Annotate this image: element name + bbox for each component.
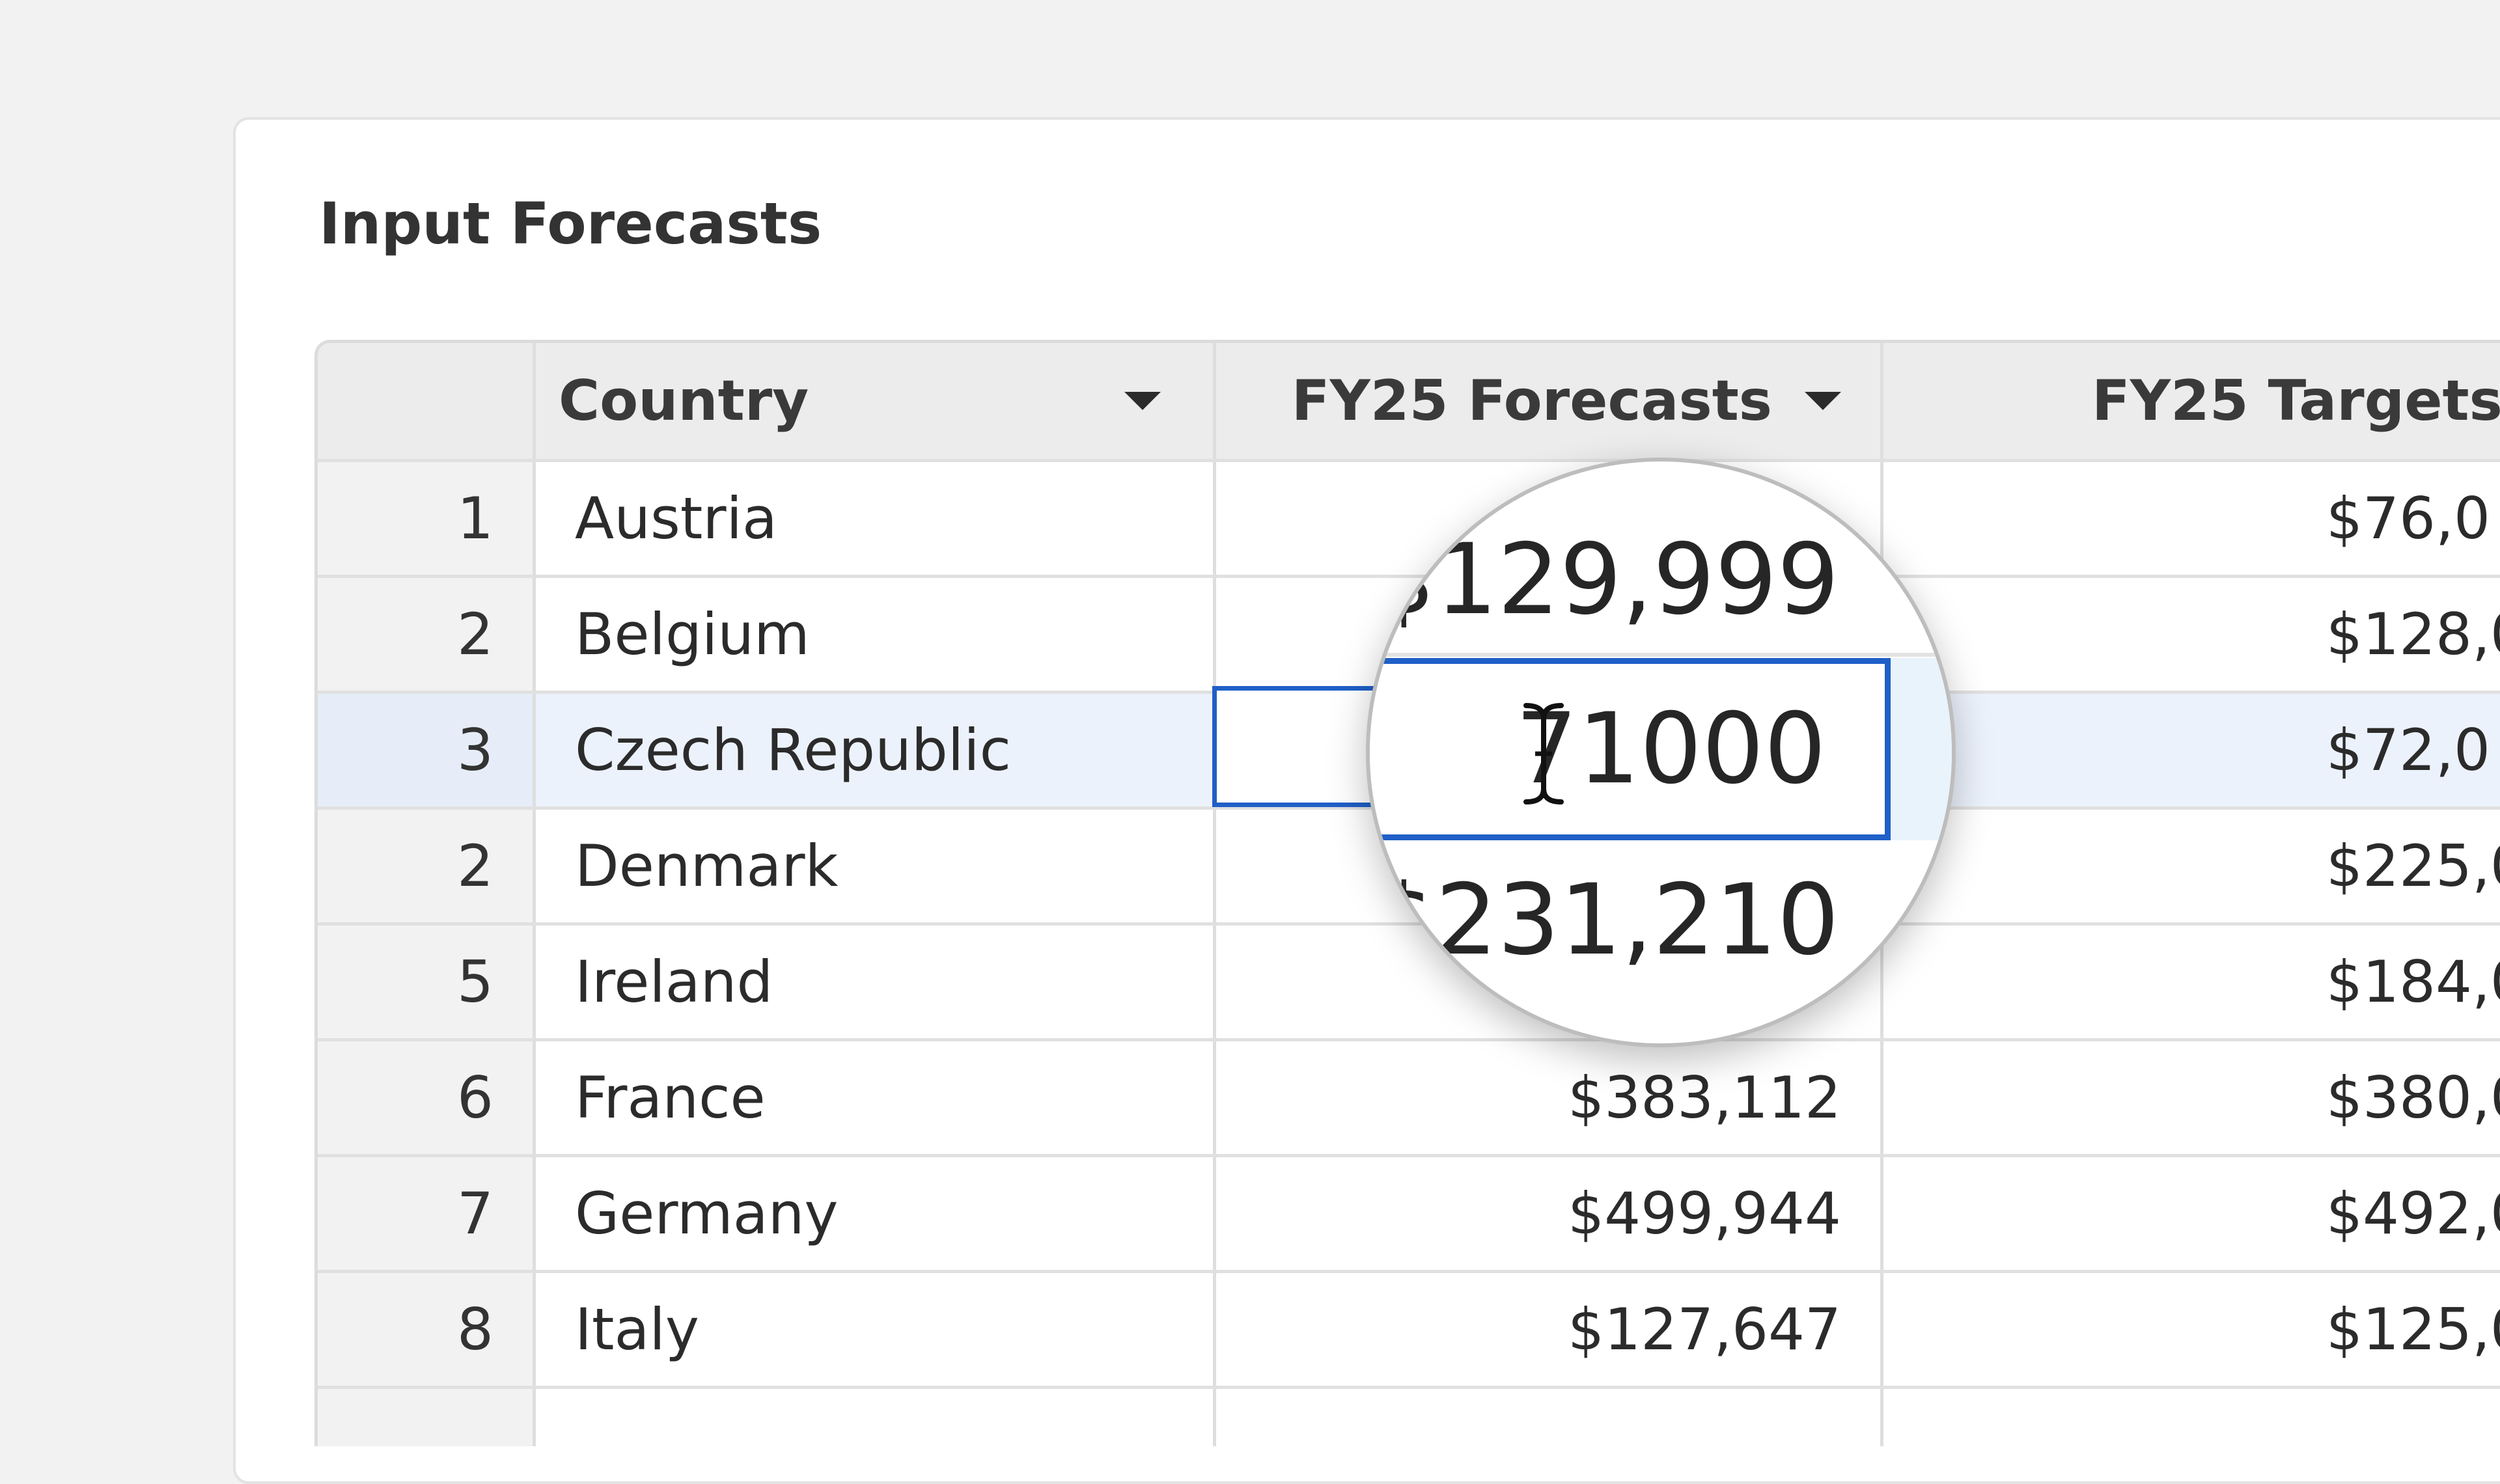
target-value: $76,0 [2326, 485, 2490, 552]
magnified-edit-input[interactable]: 71000 [1370, 658, 1891, 840]
forecast-cell[interactable] [1216, 1389, 1883, 1446]
country-cell[interactable] [536, 1389, 1216, 1446]
row-number [318, 1389, 536, 1446]
column-header-label: Country [559, 368, 809, 433]
target-value: $128,0 [2326, 601, 2500, 668]
row-number: 1 [318, 462, 536, 575]
country-cell[interactable]: Czech Republic [536, 694, 1216, 806]
target-cell[interactable]: $76,0 [1883, 462, 2500, 575]
target-value: $125,0 [2326, 1296, 2500, 1363]
country-cell[interactable]: France [536, 1041, 1216, 1154]
target-cell[interactable]: $225,0 [1883, 810, 2500, 922]
target-value: $380,0 [2326, 1064, 2500, 1131]
country-cell[interactable]: Ireland [536, 926, 1216, 1038]
header-rownum-cell [318, 343, 536, 459]
target-cell[interactable] [1883, 1389, 2500, 1446]
column-header-label: FY25 Targets [2092, 368, 2500, 433]
row-number: 6 [318, 1041, 536, 1154]
row-number: 8 [318, 1273, 536, 1386]
target-cell[interactable]: $184,0 [1883, 926, 2500, 1038]
row-number: 2 [318, 578, 536, 691]
table-row[interactable]: 6 France $383,112 $380,0 [318, 1041, 2500, 1157]
target-value: $225,0 [2326, 832, 2500, 900]
target-value: $184,0 [2326, 948, 2500, 1015]
table-row[interactable]: 8 Italy $127,647 $125,0 [318, 1273, 2500, 1389]
forecast-cell[interactable]: $499,944 [1216, 1157, 1883, 1270]
forecast-cell[interactable]: $383,112 [1216, 1041, 1883, 1154]
country-cell[interactable]: Germany [536, 1157, 1216, 1270]
table-row[interactable]: 7 Germany $499,944 $492,0 [318, 1157, 2500, 1273]
row-number: 5 [318, 926, 536, 1038]
target-value: $492,0 [2326, 1180, 2500, 1247]
text-cursor-icon [1523, 703, 1564, 804]
country-cell[interactable]: Italy [536, 1273, 1216, 1386]
table-header-row: Country FY25 Forecasts FY25 Targets [318, 343, 2500, 462]
caret-down-icon[interactable] [1805, 392, 1841, 410]
country-cell[interactable]: Austria [536, 462, 1216, 575]
row-number: 7 [318, 1157, 536, 1270]
target-cell[interactable]: $492,0 [1883, 1157, 2500, 1270]
target-cell[interactable]: $380,0 [1883, 1041, 2500, 1154]
column-header-targets[interactable]: FY25 Targets [1883, 343, 2500, 459]
magnifier-lens: $129,999 71000 $231,210 [1366, 458, 1956, 1047]
magnified-value-below: $231,210 [1373, 864, 1839, 977]
row-number: 2 [318, 810, 536, 922]
target-cell[interactable]: $128,0 [1883, 578, 2500, 691]
target-value: $72,0 [2326, 717, 2490, 784]
magnified-adjacent-cell [1891, 658, 1952, 840]
panel-title: Input Forecasts [319, 190, 822, 257]
column-header-country[interactable]: Country [536, 343, 1216, 459]
forecast-cell[interactable]: $127,647 [1216, 1273, 1883, 1386]
column-header-label: FY25 Forecasts [1291, 368, 1772, 433]
caret-down-icon[interactable] [1124, 392, 1161, 410]
target-cell[interactable]: $72,0 [1883, 694, 2500, 806]
column-header-forecasts[interactable]: FY25 Forecasts [1216, 343, 1883, 459]
country-cell[interactable]: Belgium [536, 578, 1216, 691]
target-cell[interactable]: $125,0 [1883, 1273, 2500, 1386]
table-row[interactable] [318, 1389, 2500, 1446]
magnified-value-above: $129,999 [1370, 461, 1952, 657]
country-cell[interactable]: Denmark [536, 810, 1216, 922]
row-number: 3 [318, 694, 536, 806]
